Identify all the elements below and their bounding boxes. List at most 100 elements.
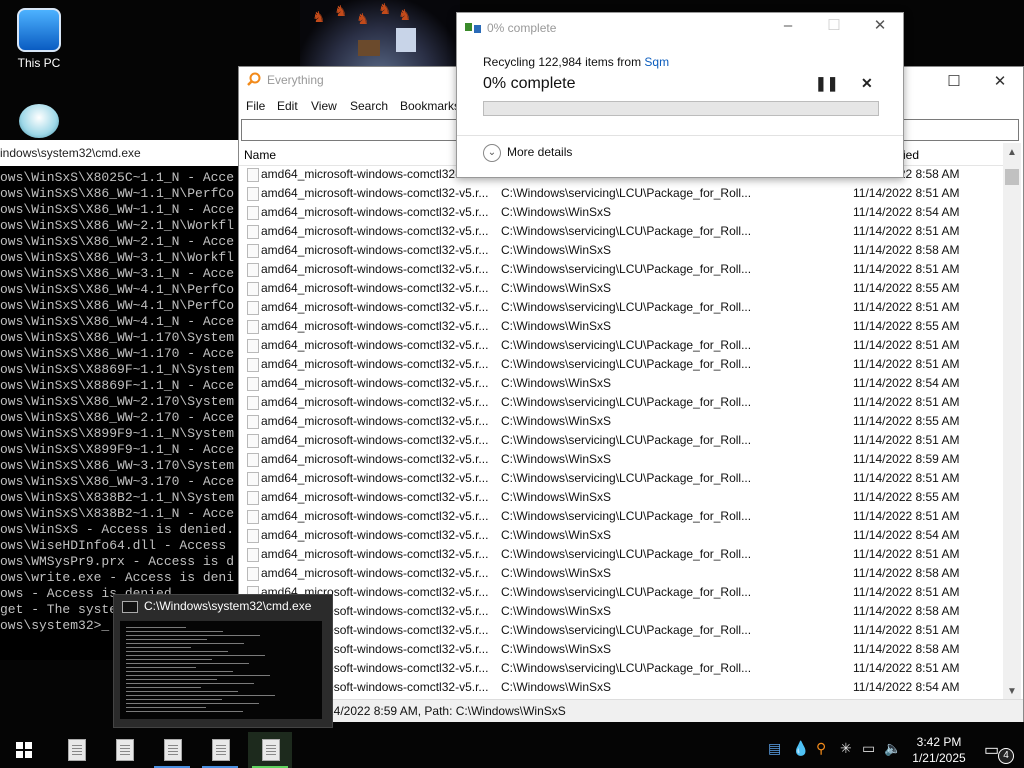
table-row[interactable]: amd64_microsoft-windows-comctl32-v5.r...…: [239, 469, 1003, 488]
document-icon: [68, 739, 86, 761]
close-button[interactable]: ✕: [977, 71, 1023, 93]
cell-name: amd64_microsoft-windows-comctl32-v5.r...: [261, 186, 489, 200]
file-icon: [247, 244, 259, 258]
cmd-window[interactable]: indows\system32\cmd.exe ows\WinSxS\X8025…: [0, 140, 250, 660]
volume-muted-icon[interactable]: 🔈: [884, 740, 901, 757]
cmd-line: ows\WinSxS\X86_WW~1.1_N - Acce: [0, 202, 235, 217]
taskbar-thumbnail-preview[interactable]: C:\Windows\system32\cmd.exe: [113, 594, 333, 728]
menu-view[interactable]: View: [311, 99, 337, 113]
menu-edit[interactable]: Edit: [277, 99, 298, 113]
taskbar-app-4[interactable]: [198, 732, 242, 768]
table-row[interactable]: amd64_microsoft-windows-comctl32-v5.r...…: [239, 222, 1003, 241]
file-icon: [247, 377, 259, 391]
table-row[interactable]: amd64_microsoft-windows-comctl32-v5.r...…: [239, 526, 1003, 545]
droplet-icon[interactable]: 💧: [792, 740, 809, 757]
taskbar-app-5[interactable]: [248, 732, 292, 768]
more-details-button[interactable]: ⌄ More details: [483, 144, 572, 162]
table-row[interactable]: amd64_microsoft-windows-comctl32-v5.r...…: [239, 545, 1003, 564]
thumbnail-text-line: [126, 639, 207, 640]
thumbnail-text-line: [126, 707, 206, 708]
cancel-icon[interactable]: ✕: [861, 75, 873, 92]
menu-search[interactable]: Search: [350, 99, 388, 113]
table-row[interactable]: amd64_microsoft-windows-comctl32-v5.r...…: [239, 564, 1003, 583]
column-date-modified[interactable]: ied: [903, 148, 919, 162]
taskbar-app-1[interactable]: [54, 732, 98, 768]
vertical-scrollbar[interactable]: ▲ ▼: [1003, 143, 1021, 699]
table-row[interactable]: amd64_microsoft-windows-comctl32-v5.r...…: [239, 279, 1003, 298]
cell-date: 11/14/2022 8:51 AM: [853, 471, 960, 485]
column-name[interactable]: Name: [244, 148, 276, 162]
table-row[interactable]: amd64_microsoft-windows-comctl32-v5.r...…: [239, 298, 1003, 317]
file-icon: [247, 320, 259, 334]
menu-file[interactable]: File: [246, 99, 265, 113]
table-row[interactable]: amd64_microsoft-windows-comctl32-v5.r...…: [239, 374, 1003, 393]
table-row[interactable]: amd64_microsoft-windows-comctl32-v5.r...…: [239, 355, 1003, 374]
network-icon[interactable]: ▭: [862, 740, 875, 757]
scroll-down-icon[interactable]: ▼: [1007, 686, 1017, 697]
thumbnail-text-line: [126, 663, 249, 664]
table-row[interactable]: amd64_microsoft-windows-comctl32-v5.r...…: [239, 260, 1003, 279]
minimize-button[interactable]: –: [765, 15, 811, 37]
scroll-thumb[interactable]: [1005, 169, 1019, 185]
table-row[interactable]: amd64_microsoft-windows-comctl32-v5.r...…: [239, 317, 1003, 336]
cmd-line: ows\WinSxS\X86_WW~2.170\System: [0, 394, 235, 409]
table-row[interactable]: amd64_microsoft-windows-comctl32-v5.r...…: [239, 621, 1003, 640]
file-icon: [247, 434, 259, 448]
cell-date: 11/14/2022 8:58 AM: [853, 642, 960, 656]
table-row[interactable]: amd64_microsoft-windows-comctl32-v5.r...…: [239, 583, 1003, 602]
thumbnail-text-line: [126, 711, 243, 712]
clock-date: 1/21/2025: [912, 751, 966, 765]
cell-name: amd64_microsoft-windows-comctl32-v5.r...: [261, 262, 489, 276]
notification-center-button[interactable]: ▭ 4: [980, 738, 1014, 764]
recycle-progress-dialog[interactable]: 0% complete – ☐ ✕ Recycling 122,984 item…: [456, 12, 904, 178]
close-button[interactable]: ✕: [857, 15, 903, 37]
clock[interactable]: 3:42 PM 1/21/2025: [908, 734, 970, 766]
cell-path: C:\Windows\servicing\LCU\Package_for_Rol…: [501, 338, 752, 352]
windows-logo-icon: [16, 742, 32, 758]
cell-name: amd64_microsoft-windows-comctl32-v5.r...: [261, 566, 489, 580]
menu-bookmarks[interactable]: Bookmarks: [400, 99, 460, 113]
progress-percent-text: 0% complete: [483, 75, 576, 92]
cell-name: amd64_microsoft-windows-comctl32-v5.r...: [261, 243, 489, 257]
cmd-line: ows\WinSxS\X86_WW~1.1_N\PerfCo: [0, 186, 235, 201]
cell-path: C:\Windows\WinSxS: [501, 604, 612, 618]
chevron-down-icon: ⌄: [483, 144, 501, 162]
snowflake-icon[interactable]: ✳: [840, 740, 852, 757]
table-row[interactable]: amd64_microsoft-windows-comctl32-v5.r...…: [239, 412, 1003, 431]
table-row[interactable]: amd64_microsoft-windows-comctl32-v5.r...…: [239, 659, 1003, 678]
table-row[interactable]: amd64_microsoft-windows-comctl32-v5.r...…: [239, 488, 1003, 507]
table-row[interactable]: amd64_microsoft-windows-comctl32-v5.r...…: [239, 184, 1003, 203]
cmd-line: ows\WinSxS\X86_WW~3.170 - Acce: [0, 474, 235, 489]
table-row[interactable]: amd64_microsoft-windows-comctl32-v5.r...…: [239, 678, 1003, 695]
table-row[interactable]: amd64_microsoft-windows-comctl32-v5.r...…: [239, 203, 1003, 222]
taskbar: ▤ 💧 ⚲ ✳ ▭ 🔈 3:42 PM 1/21/2025 ▭ 4: [0, 732, 1024, 768]
maximize-button[interactable]: ☐: [931, 71, 977, 93]
source-folder-link[interactable]: Sqm: [644, 55, 669, 69]
table-row[interactable]: amd64_microsoft-windows-comctl32-v5.r...…: [239, 431, 1003, 450]
desktop-icon-this-pc[interactable]: This PC: [4, 8, 74, 70]
desktop-icon-recycle-bin[interactable]: [4, 104, 74, 142]
cell-path: C:\Windows\WinSxS: [501, 680, 612, 694]
cmd-line: ows\WinSxS\X86_WW~2.1_N\Workfl: [0, 218, 235, 233]
taskbar-app-2[interactable]: [102, 732, 146, 768]
table-row[interactable]: amd64_microsoft-windows-comctl32-v5.r...…: [239, 393, 1003, 412]
pause-icon[interactable]: ❚❚: [815, 75, 838, 92]
table-row[interactable]: amd64_microsoft-windows-comctl32-v5.r...…: [239, 602, 1003, 621]
table-row[interactable]: amd64_microsoft-windows-comctl32-v5.r...…: [239, 640, 1003, 659]
table-row[interactable]: amd64_microsoft-windows-comctl32-v5.r...…: [239, 450, 1003, 469]
file-icon: [247, 548, 259, 562]
cell-name: amd64_microsoft-windows-comctl32-v5.r...: [261, 395, 489, 409]
start-button[interactable]: [2, 732, 46, 768]
cell-date: 11/14/2022 8:51 AM: [853, 262, 960, 276]
scroll-up-icon[interactable]: ▲: [1007, 147, 1017, 158]
taskbar-app-3[interactable]: [150, 732, 194, 768]
table-row[interactable]: amd64_microsoft-windows-comctl32-v5.r...…: [239, 507, 1003, 526]
cell-date: 11/14/2022 8:51 AM: [853, 585, 960, 599]
table-row[interactable]: amd64_microsoft-windows-comctl32-v5.r...…: [239, 336, 1003, 355]
storage-icon[interactable]: ▤: [768, 740, 781, 757]
cell-date: 11/14/2022 8:55 AM: [853, 319, 960, 333]
table-row[interactable]: amd64_microsoft-windows-comctl32-v5.r...…: [239, 241, 1003, 260]
magnifier-tray-icon[interactable]: ⚲: [816, 740, 826, 757]
cell-name: amd64_microsoft-windows-comctl32-v5.r...: [261, 376, 489, 390]
cell-name: amd64_microsoft-windows-comctl32-v5.r...: [261, 281, 489, 295]
